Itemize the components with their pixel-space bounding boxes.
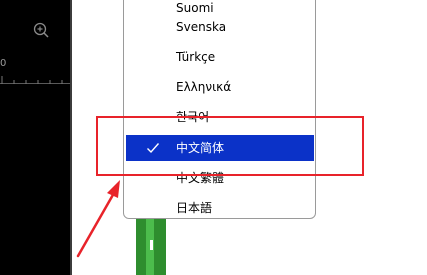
menu-item-japanese[interactable]: 日本語 (126, 195, 314, 221)
timeline-ruler (0, 76, 70, 84)
menu-item-label: Türkçe (176, 50, 216, 64)
menu-item-label: 日本語 (176, 201, 213, 215)
canvas-panel: 0 (0, 0, 70, 275)
ruler-label: 0 (0, 58, 7, 69)
zoom-in-icon[interactable] (33, 22, 49, 38)
language-menu: Suomi Svenska Türkçe Ελληνικά 한국어 中文简体 中… (123, 0, 316, 219)
menu-item-turkce[interactable]: Türkçe (126, 44, 314, 70)
menu-item-label: Ελληνικά (176, 80, 232, 94)
menu-item-greek[interactable]: Ελληνικά (126, 74, 314, 100)
menu-item-label: Svenska (176, 20, 227, 34)
track-marker (150, 240, 153, 250)
menu-item-svenska[interactable]: Svenska (126, 14, 314, 40)
annotation-highlight-box (96, 116, 364, 176)
panel-divider (70, 0, 72, 275)
